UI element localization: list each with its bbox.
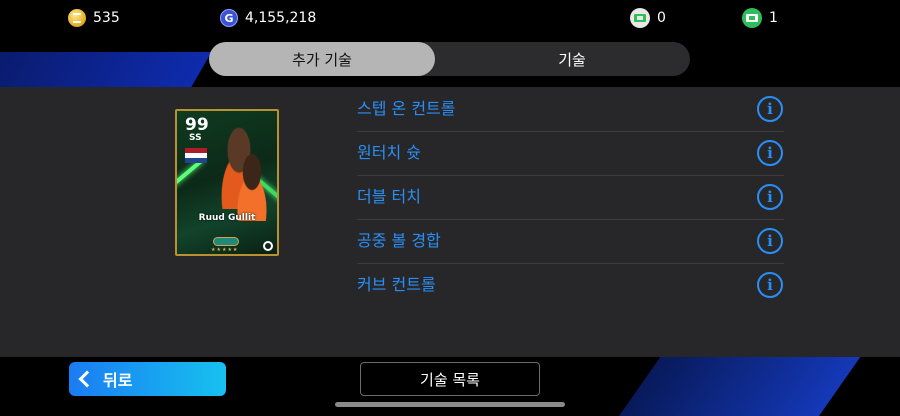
green-ticket-value: 1 — [769, 10, 778, 26]
back-button[interactable]: 뒤로 — [69, 362, 226, 396]
chevron-left-icon — [78, 370, 96, 388]
white-ticket-value: 0 — [657, 10, 666, 26]
netherlands-flag-icon — [185, 148, 207, 163]
card-player-name: Ruud Gullit — [198, 213, 256, 223]
skill-row[interactable]: 스텝 온 컨트롤 i — [357, 87, 784, 132]
card-rating: 99 — [185, 115, 209, 135]
decorative-stripe-left — [0, 52, 212, 92]
info-icon[interactable]: i — [757, 140, 783, 166]
skill-row[interactable]: 원터치 슛 i — [357, 131, 784, 176]
card-badge-icon — [213, 237, 239, 246]
green-ticket-icon — [742, 8, 762, 28]
efootball-logo-icon — [263, 241, 273, 251]
tab-additional-skills[interactable]: 추가 기술 — [209, 42, 435, 76]
green-ticket-counter: 1 — [742, 8, 778, 28]
gp-icon: G — [220, 9, 238, 27]
card-position: SS — [189, 133, 202, 143]
player-action-image — [227, 151, 277, 221]
skill-label: 스텝 온 컨트롤 — [357, 99, 456, 118]
white-ticket-icon — [630, 8, 650, 28]
gp-value: 4,155,218 — [245, 10, 317, 26]
info-icon[interactable]: i — [757, 96, 783, 122]
skill-row[interactable]: 더블 터치 i — [357, 175, 784, 220]
coins-value: 535 — [93, 10, 120, 26]
skill-label: 공중 볼 경합 — [357, 231, 441, 250]
skill-label: 커브 컨트롤 — [357, 275, 436, 294]
skill-row[interactable]: 커브 컨트롤 i — [357, 263, 784, 307]
skill-tabs: 추가 기술 기술 — [209, 42, 690, 76]
home-indicator[interactable] — [335, 402, 565, 407]
decorative-stripe-right — [618, 356, 862, 416]
skill-list-button[interactable]: 기술 목록 — [360, 362, 540, 396]
back-button-label: 뒤로 — [103, 371, 133, 390]
skill-label: 원터치 슛 — [357, 143, 421, 162]
info-icon[interactable]: i — [757, 272, 783, 298]
resource-bar: 535 G 4,155,218 0 1 — [0, 0, 900, 36]
white-ticket-counter: 0 — [630, 8, 666, 28]
card-stars: ★★★★★ — [211, 247, 239, 253]
info-icon[interactable]: i — [757, 228, 783, 254]
gp-counter: G 4,155,218 — [220, 8, 316, 28]
coins-counter: 535 — [68, 8, 120, 28]
player-card[interactable]: 99 SS Ruud Gullit ★★★★★ — [175, 109, 279, 256]
tab-skills[interactable]: 기술 — [459, 42, 685, 76]
skill-list-button-label: 기술 목록 — [420, 370, 480, 389]
coin-icon — [68, 9, 86, 27]
skill-label: 더블 터치 — [357, 187, 421, 206]
skill-row[interactable]: 공중 볼 경합 i — [357, 219, 784, 264]
info-icon[interactable]: i — [757, 184, 783, 210]
